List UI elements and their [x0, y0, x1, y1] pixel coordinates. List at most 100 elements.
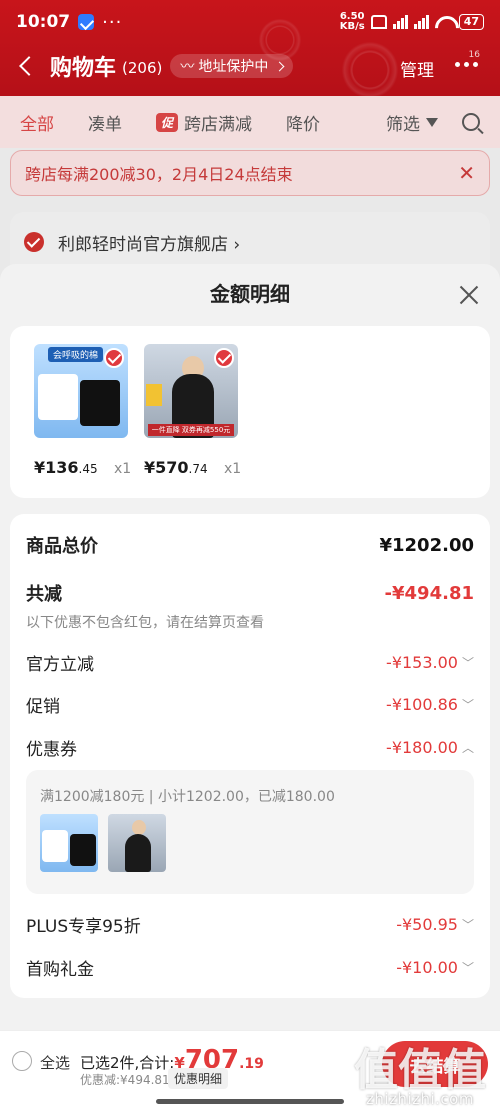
product-price: ¥570.74 [144, 458, 208, 477]
network-speed: 6.50 KB/s [339, 11, 365, 32]
product-thumbnail: 会呼吸的棉 [34, 344, 128, 438]
promo-icon: 促 [156, 112, 179, 132]
wifi-icon [435, 16, 453, 29]
coupon-product-thumbnail [40, 814, 98, 872]
tab-bundle[interactable]: 凑单 [88, 110, 122, 135]
checkout-button[interactable]: 去结算 [382, 1041, 488, 1087]
tab-filter[interactable]: 筛选 [386, 110, 438, 135]
discount-row[interactable]: 促销 -¥100.86 ﹀ [26, 692, 474, 717]
more-menu-icon[interactable] [455, 62, 478, 67]
chevron-down-icon: ﹀ [461, 918, 474, 932]
summary-prefix: 已选2件,合计: [80, 1054, 175, 1072]
discount-row[interactable]: 首购礼金 -¥10.00 ﹀ [26, 955, 474, 980]
discount-row[interactable]: 优惠券 -¥180.00 ︿ [26, 735, 474, 760]
shop-name: 利郎轻时尚官方旗舰店 › [58, 234, 241, 255]
promo-notice-text: 跨店每满200减30，2月4日24点结束 [25, 165, 293, 184]
chevron-down-icon: ﹀ [461, 656, 474, 670]
funnel-icon [426, 117, 438, 127]
discount-row[interactable]: PLUS专享95折 -¥50.95 ﹀ [26, 912, 474, 937]
model-head-image [132, 820, 146, 835]
saved-amount: 优惠减:¥494.81 [80, 1073, 170, 1087]
price-detail-card: 商品总价 ¥1202.00 共减 -¥494.81 以下优惠不包含红包，请在结算… [10, 514, 490, 998]
product-price: ¥136.45 [34, 458, 98, 477]
tab-price-drop[interactable]: 降价 [286, 110, 320, 135]
signal-icon [392, 15, 408, 29]
back-icon[interactable] [19, 56, 39, 76]
discount-detail-button[interactable]: 优惠明细 [168, 1068, 229, 1089]
total-reduce-label: 共减 [26, 584, 62, 605]
discount-row[interactable]: 官方立减 -¥153.00 ﹀ [26, 650, 474, 675]
discount-label: 优惠券 [26, 740, 77, 760]
jacket-image [125, 834, 151, 872]
discount-value: -¥10.00 [396, 958, 458, 977]
product-qty: x1 [224, 461, 242, 477]
address-protection-pill[interactable]: 〰 地址保护中 [170, 54, 294, 78]
discount-value: -¥100.86 [386, 695, 458, 714]
shield-wave-icon: 〰 [180, 59, 195, 75]
chevron-down-icon: ﹀ [461, 698, 474, 712]
coupon-desc: 满1200减180元 | 小计1202.00，已减180.00 [40, 789, 335, 805]
product-tag-image [146, 384, 162, 406]
discount-value: -¥50.95 [396, 915, 458, 934]
sheet-title: 金额明细 [210, 282, 290, 306]
page-title: 购物车 [50, 56, 117, 81]
filter-tabs: 全部 凑单 促 跨店满减 降价 筛选 [0, 96, 500, 148]
address-protection-label: 地址保护中 [198, 59, 269, 75]
tab-filter-label: 筛选 [386, 114, 420, 135]
chevron-up-icon: ︿ [461, 741, 474, 755]
discount-label: 官方立减 [26, 655, 94, 675]
search-icon[interactable] [462, 113, 480, 131]
home-indicator[interactable] [156, 1099, 344, 1104]
header: 10:07 ··· 6.50 KB/s 47 购物车 (206) 〰 地址保护中… [0, 0, 500, 96]
product-item[interactable]: 会呼吸的棉 ¥136.45 x1 [34, 344, 131, 477]
checkout-bar: 全选 已选2件,合计:¥707.19 优惠减:¥494.81 优惠明细 去结算 [0, 1030, 500, 1111]
total-price-value: ¥1202.00 [379, 534, 474, 556]
black-tshirt-image [70, 834, 96, 866]
thumbnail-label: 一件直降 双券再减550元 [148, 424, 234, 436]
tab-all[interactable]: 全部 [20, 110, 54, 135]
more-badge: 16 [468, 50, 480, 60]
discount-label: 促销 [26, 697, 60, 717]
shop-row[interactable]: 利郎轻时尚官方旗舰店 › [10, 212, 490, 272]
chevron-down-icon: ﹀ [461, 961, 474, 975]
amount-detail-sheet: 金额明细 会呼吸的棉 ¥136.45 x1 一件直降 双券再减550元 ¥570… [0, 264, 500, 1030]
status-time: 10:07 [16, 12, 71, 32]
product-qty: x1 [114, 461, 132, 477]
more-notifications-icon: ··· [102, 11, 123, 33]
shop-checkbox[interactable] [24, 232, 44, 252]
white-tshirt-image [38, 374, 78, 420]
discount-label: 首购礼金 [26, 960, 94, 980]
total-reduce-value: -¥494.81 [384, 582, 474, 604]
discount-note: 以下优惠不包含红包，请在结算页查看 [26, 615, 264, 631]
mute-icon [370, 15, 387, 29]
chevron-right-icon [274, 61, 285, 71]
coupon-detail-box: 满1200减180元 | 小计1202.00，已减180.00 [26, 770, 474, 894]
app-notification-icon [78, 14, 95, 30]
white-tshirt-image [42, 830, 68, 862]
tab-cross-store-label: 跨店满减 [184, 114, 253, 135]
coupon-product-thumbnail [108, 814, 166, 872]
discount-value: -¥153.00 [386, 653, 458, 672]
close-icon[interactable] [458, 284, 480, 306]
discount-label: PLUS专享95折 [26, 917, 141, 937]
discount-value: -¥180.00 [386, 738, 458, 757]
total-price-label: 商品总价 [26, 536, 98, 557]
battery-indicator: 47 [458, 14, 484, 30]
selected-check-icon [214, 348, 234, 368]
promo-notice: 跨店每满200减30，2月4日24点结束 ✕ [10, 150, 490, 196]
product-item[interactable]: 一件直降 双券再减550元 ¥570.74 x1 [144, 344, 241, 477]
select-all-radio[interactable] [12, 1051, 32, 1071]
status-bar: 10:07 ··· 6.50 KB/s 47 [0, 0, 500, 44]
total-price-row: 商品总价 ¥1202.00 [26, 532, 474, 558]
product-thumbnail: 一件直降 双券再减550元 [144, 344, 238, 438]
cart-count: (206) [122, 58, 163, 77]
black-tshirt-image [80, 380, 120, 426]
total-reduce-row: 共减 -¥494.81 [26, 580, 474, 606]
selected-check-icon [104, 348, 124, 368]
product-card: 会呼吸的棉 ¥136.45 x1 一件直降 双券再减550元 ¥570.74 x… [10, 326, 490, 498]
close-icon[interactable]: ✕ [458, 161, 475, 185]
manage-button[interactable]: 管理 [400, 56, 434, 81]
thumbnail-label: 会呼吸的棉 [48, 347, 104, 362]
select-all-label[interactable]: 全选 [40, 1052, 70, 1073]
tab-cross-store[interactable]: 促 跨店满减 [156, 110, 252, 135]
